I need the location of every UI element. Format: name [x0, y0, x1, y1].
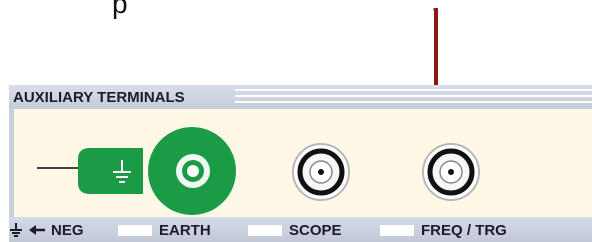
earth-label: EARTH [159, 221, 211, 239]
earth-label-group: EARTH [118, 221, 211, 239]
scope-color-tag [248, 224, 282, 236]
panel-header: AUXILIARY TERMINALS [9, 85, 592, 109]
auxiliary-terminals-screenshot: p , AUXILIARY TERMINALS [0, 0, 592, 242]
neg-label-group: NEG [9, 221, 84, 239]
freq-trg-label: FREQ / TRG [421, 221, 507, 239]
freq-trg-label-group: FREQ / TRG [380, 221, 507, 239]
bnc-connector-icon [292, 143, 350, 201]
panel-footer-labels: NEG EARTH SCOPE FREQ / TRG [9, 217, 592, 242]
scope-label-group: SCOPE [248, 221, 342, 239]
earth-terminal-icon [78, 127, 236, 215]
earth-terminal-lug[interactable] [75, 127, 247, 215]
ground-icon [9, 222, 23, 238]
freq-trg-color-tag [380, 224, 414, 236]
header-stripe-lines [235, 89, 592, 103]
auxiliary-terminals-panel: AUXILIARY TERMINALS NEG EARTH SCOPE FREQ… [9, 85, 592, 242]
scope-label: SCOPE [289, 221, 342, 239]
top-text-left-fragment: p [112, 0, 128, 19]
neg-label: NEG [51, 221, 84, 239]
scope-bnc-connector[interactable] [291, 142, 351, 202]
earth-color-tag [118, 224, 152, 236]
cropped-top-text: p , [0, 0, 592, 40]
left-arrow-icon [28, 225, 46, 235]
freq-trg-bnc-connector[interactable] [421, 142, 481, 202]
panel-title: AUXILIARY TERMINALS [13, 89, 185, 106]
bnc-connector-icon [422, 143, 480, 201]
